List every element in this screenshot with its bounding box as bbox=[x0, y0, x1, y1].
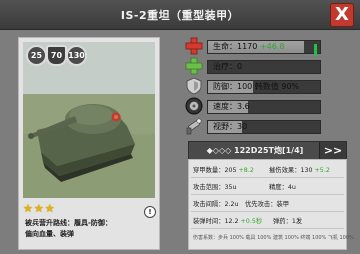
close-button[interactable]: X bbox=[330, 3, 354, 27]
heal-row: 治疗：0 bbox=[185, 57, 360, 77]
vision-row: 视野：30 bbox=[185, 117, 360, 137]
weapon-stat: 优先攻击：装甲 bbox=[245, 201, 290, 208]
weapon-stat-row: 穿甲数量：205 +8.2 摧伤效果：130 +5.2 bbox=[189, 162, 346, 176]
unit-card: 25 70 130 ★ ★ ★ ! 被兵营升路线：履具-防御： 偏向血量、装弹 bbox=[18, 37, 160, 250]
weapon-stat: 精度：4u bbox=[269, 184, 296, 191]
tank-portrait: 25 70 130 bbox=[23, 42, 155, 198]
star-icon: ★ bbox=[33, 202, 44, 215]
divider bbox=[191, 228, 344, 229]
hp-row: 生命：1170 +46.8 bbox=[185, 37, 360, 57]
tank-illustration bbox=[23, 42, 155, 198]
armor-shield-icon bbox=[186, 77, 202, 95]
divider bbox=[191, 194, 344, 195]
title-bar: IS-2重坦（重型装甲） X bbox=[0, 0, 360, 30]
armor-badge: 70 bbox=[46, 45, 67, 66]
speed-row: 速度：3.6 bbox=[185, 97, 360, 117]
hp-label: 生命：1170 +46.8 bbox=[213, 41, 284, 52]
star-icon: ★ bbox=[44, 202, 55, 215]
weapon-name: ◆◇◇◇ 122D25T炮[1/4] bbox=[206, 146, 304, 155]
speed-label: 速度：3.6 bbox=[213, 102, 250, 111]
heal-label: 治疗：0 bbox=[213, 62, 243, 71]
damage-modifiers-row: 伤害系数：步兵 100% 载具 100% 建筑 100% 终端 100% 飞机 … bbox=[189, 231, 354, 245]
divider bbox=[191, 177, 344, 178]
vision-scope-icon bbox=[186, 118, 202, 135]
window-title: IS-2重坦（重型装甲） bbox=[120, 9, 240, 22]
rank-badge: 25 bbox=[26, 45, 47, 66]
weapon-stat: 攻击范围：35u bbox=[193, 184, 237, 191]
hp-bonus-marker bbox=[314, 44, 317, 56]
hp-value: 生命：1170 bbox=[213, 42, 258, 51]
weapon-stat: 装弹时间：12.2 +0.5秒 bbox=[193, 218, 263, 225]
speed-tire-icon bbox=[185, 97, 203, 115]
hp-cross-icon bbox=[185, 37, 203, 55]
weapon-stat-row: 攻击间隔：2.2u 优先攻击：装甲 bbox=[189, 196, 346, 210]
armor-label: 防御：100 韩数值 90% bbox=[213, 82, 300, 91]
next-weapon-button[interactable]: >> bbox=[319, 142, 346, 159]
divider bbox=[191, 211, 344, 212]
weapon-stat: 穿甲数量：205 +8.2 bbox=[193, 167, 254, 174]
weapon-stat-row: 装弹时间：12.2 +0.5秒 弹药：1发 bbox=[189, 213, 346, 227]
unit-description: 被兵营升路线：履具-防御： 偏向血量、装弹 bbox=[25, 218, 150, 240]
vision-label: 视野：30 bbox=[213, 122, 248, 131]
weapon-stats-panel: 穿甲数量：205 +8.2 摧伤效果：130 +5.2 攻击范围：35u 精度：… bbox=[188, 159, 354, 250]
weapon-stat: 摧伤效果：130 +5.2 bbox=[269, 167, 330, 174]
star-rating: ★ ★ ★ bbox=[23, 203, 55, 215]
weapon-selector: ◆◇◇◇ 122D25T炮[1/4] >> bbox=[188, 141, 347, 160]
hp-bonus: +46.8 bbox=[259, 42, 285, 51]
description-line: 被兵营升路线：履具-防御： bbox=[25, 219, 112, 227]
info-icon[interactable]: ! bbox=[144, 206, 156, 218]
damage-modifiers: 伤害系数：步兵 100% 载具 100% 建筑 100% 终端 100% 飞机 … bbox=[193, 235, 354, 241]
star-icon: ★ bbox=[23, 202, 33, 215]
weapon-stat-row: 攻击范围：35u 精度：4u bbox=[189, 179, 346, 193]
weapon-stat: 攻击间隔：2.2u bbox=[193, 201, 239, 208]
cost-badge: 130 bbox=[66, 45, 87, 66]
description-line: 偏向血量、装弹 bbox=[25, 230, 74, 238]
armor-row: 防御：100 韩数值 90% bbox=[185, 77, 360, 97]
weapon-stat: 弹药：1发 bbox=[273, 218, 303, 225]
heal-cross-icon bbox=[185, 57, 203, 75]
